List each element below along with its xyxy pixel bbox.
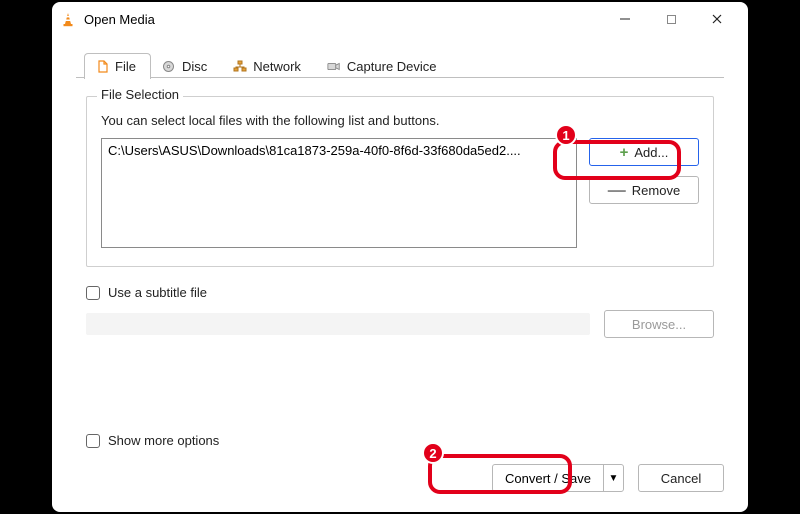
open-media-window: Open Media File: [52, 2, 748, 512]
window-title: Open Media: [84, 12, 155, 27]
tab-network[interactable]: Network: [222, 53, 316, 79]
convert-save-dropdown[interactable]: ▼: [603, 465, 623, 491]
tab-file-label: File: [115, 59, 136, 74]
cancel-button-label: Cancel: [661, 471, 701, 486]
chevron-down-icon: ▼: [609, 473, 619, 484]
close-button[interactable]: [694, 5, 740, 33]
subtitle-path-input: [86, 313, 590, 335]
plus-icon: +: [620, 145, 629, 160]
subtitle-checkbox[interactable]: [86, 286, 100, 300]
tab-capture-label: Capture Device: [347, 59, 437, 74]
minus-icon: —: [608, 181, 626, 199]
tab-file[interactable]: File: [84, 53, 151, 79]
more-options-row: Show more options: [86, 433, 724, 448]
cancel-button[interactable]: Cancel: [638, 464, 724, 492]
titlebar: Open Media: [52, 2, 748, 36]
maximize-button[interactable]: [648, 5, 694, 33]
minimize-button[interactable]: [602, 5, 648, 33]
file-icon: [95, 60, 109, 74]
file-selection-hint: You can select local files with the foll…: [101, 113, 699, 128]
browse-button: Browse...: [604, 310, 714, 338]
content-area: File Disc Network Capture Device: [52, 36, 748, 338]
tab-disc-label: Disc: [182, 59, 207, 74]
file-selection-group: File Selection You can select local file…: [86, 96, 714, 267]
convert-save-button[interactable]: Convert / Save ▼: [492, 464, 624, 492]
file-list-item[interactable]: C:\Users\ASUS\Downloads\81ca1873-259a-40…: [108, 143, 570, 158]
remove-button[interactable]: — Remove: [589, 176, 699, 204]
more-options-label: Show more options: [108, 433, 219, 448]
subtitle-row: Use a subtitle file: [86, 285, 714, 300]
convert-save-label[interactable]: Convert / Save: [493, 465, 603, 491]
add-button-label: Add...: [634, 145, 668, 160]
tab-disc[interactable]: Disc: [151, 53, 222, 79]
tab-bar: File Disc Network Capture Device: [76, 48, 724, 78]
remove-button-label: Remove: [632, 183, 680, 198]
add-button[interactable]: + Add...: [589, 138, 699, 166]
more-options-checkbox[interactable]: [86, 434, 100, 448]
disc-icon: [162, 60, 176, 74]
browse-button-label: Browse...: [632, 317, 686, 332]
vlc-icon: [60, 12, 76, 28]
subtitle-checkbox-label: Use a subtitle file: [108, 285, 207, 300]
bottom-bar: Show more options Convert / Save ▼ Cance…: [76, 433, 724, 492]
network-icon: [233, 60, 247, 74]
window-controls: [602, 5, 740, 33]
subtitle-path-row: Browse...: [86, 310, 714, 338]
file-list[interactable]: C:\Users\ASUS\Downloads\81ca1873-259a-40…: [101, 138, 577, 248]
capture-icon: [327, 60, 341, 74]
tab-network-label: Network: [253, 59, 301, 74]
tab-capture[interactable]: Capture Device: [316, 53, 452, 79]
file-selection-legend: File Selection: [97, 87, 183, 102]
